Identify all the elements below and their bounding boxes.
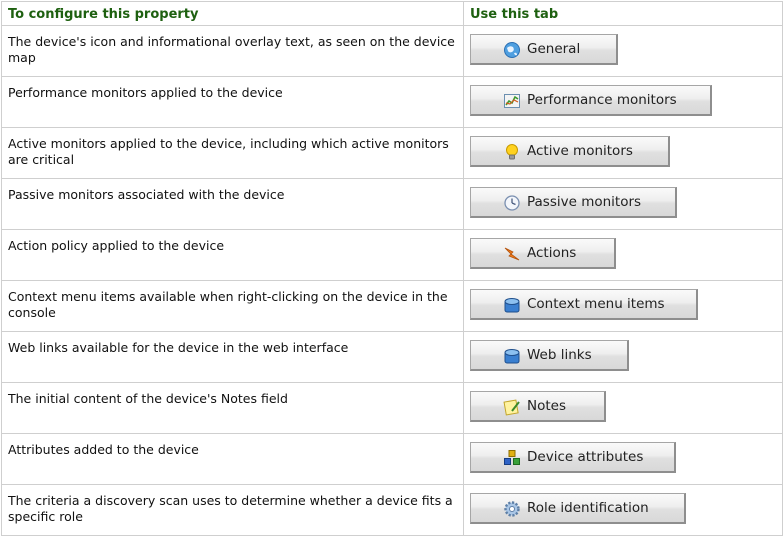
table-row: The criteria a discovery scan uses to de… (1, 484, 783, 536)
menu-icon (504, 298, 520, 313)
tab-performance-monitors-label: Performance monitors (527, 92, 677, 108)
table-row: Attributes added to the device Device at… (1, 433, 783, 485)
row-description: The initial content of the device's Note… (1, 382, 464, 434)
tab-device-attributes-label: Device attributes (527, 449, 644, 465)
row-description: Attributes added to the device (1, 433, 464, 485)
clock-icon (504, 195, 520, 211)
header-tab: Use this tab (463, 1, 783, 26)
row-description: Performance monitors applied to the devi… (1, 76, 464, 128)
header-row: To configure this property Use this tab (1, 1, 783, 26)
tab-context-menu-items-button[interactable]: Context menu items (470, 289, 698, 320)
row-description: Active monitors applied to the device, i… (1, 127, 464, 179)
lightbulb-icon (506, 144, 518, 160)
tab-web-links-button[interactable]: Web links (470, 340, 629, 371)
tab-web-links-label: Web links (527, 347, 592, 363)
notes-icon (503, 399, 520, 416)
web-icon (504, 349, 520, 364)
tab-passive-monitors-button[interactable]: Passive monitors (470, 187, 677, 218)
tab-performance-monitors-button[interactable]: Performance monitors (470, 85, 712, 116)
attributes-icon (504, 450, 520, 465)
table-row: Active monitors applied to the device, i… (1, 127, 783, 179)
tab-device-attributes-button[interactable]: Device attributes (470, 442, 676, 473)
tab-context-menu-items-label: Context menu items (527, 296, 665, 312)
row-description: Web links available for the device in th… (1, 331, 464, 383)
tab-notes-button[interactable]: Notes (470, 391, 606, 422)
table-row: Performance monitors applied to the devi… (1, 76, 783, 128)
tab-general-button[interactable]: General (470, 34, 618, 65)
tab-active-monitors-button[interactable]: Active monitors (470, 136, 670, 167)
table-row: Passive monitors associated with the dev… (1, 178, 783, 230)
tab-notes-label: Notes (527, 398, 566, 414)
chart-icon (504, 94, 520, 108)
row-description: Passive monitors associated with the dev… (1, 178, 464, 230)
table-row: The initial content of the device's Note… (1, 382, 783, 434)
row-description: The device's icon and informational over… (1, 25, 464, 77)
tab-active-monitors-label: Active monitors (527, 143, 633, 159)
lightning-icon (504, 247, 520, 261)
table-row: Context menu items available when right-… (1, 280, 783, 332)
row-description: Action policy applied to the device (1, 229, 464, 281)
header-property: To configure this property (1, 1, 464, 26)
gear-icon (504, 501, 520, 517)
row-description: The criteria a discovery scan uses to de… (1, 484, 464, 536)
tab-role-identification-label: Role identification (527, 500, 649, 516)
table-row: The device's icon and informational over… (1, 25, 783, 77)
tab-actions-label: Actions (527, 245, 577, 261)
tab-actions-button[interactable]: Actions (470, 238, 616, 269)
tab-general-label: General (527, 41, 581, 57)
config-table: To configure this property Use this tab … (1, 1, 783, 536)
table-row: Web links available for the device in th… (1, 331, 783, 383)
row-description: Context menu items available when right-… (1, 280, 464, 332)
globe-icon (504, 42, 520, 58)
tab-role-identification-button[interactable]: Role identification (470, 493, 686, 524)
table-row: Action policy applied to the device Acti… (1, 229, 783, 281)
tab-passive-monitors-label: Passive monitors (527, 194, 642, 210)
